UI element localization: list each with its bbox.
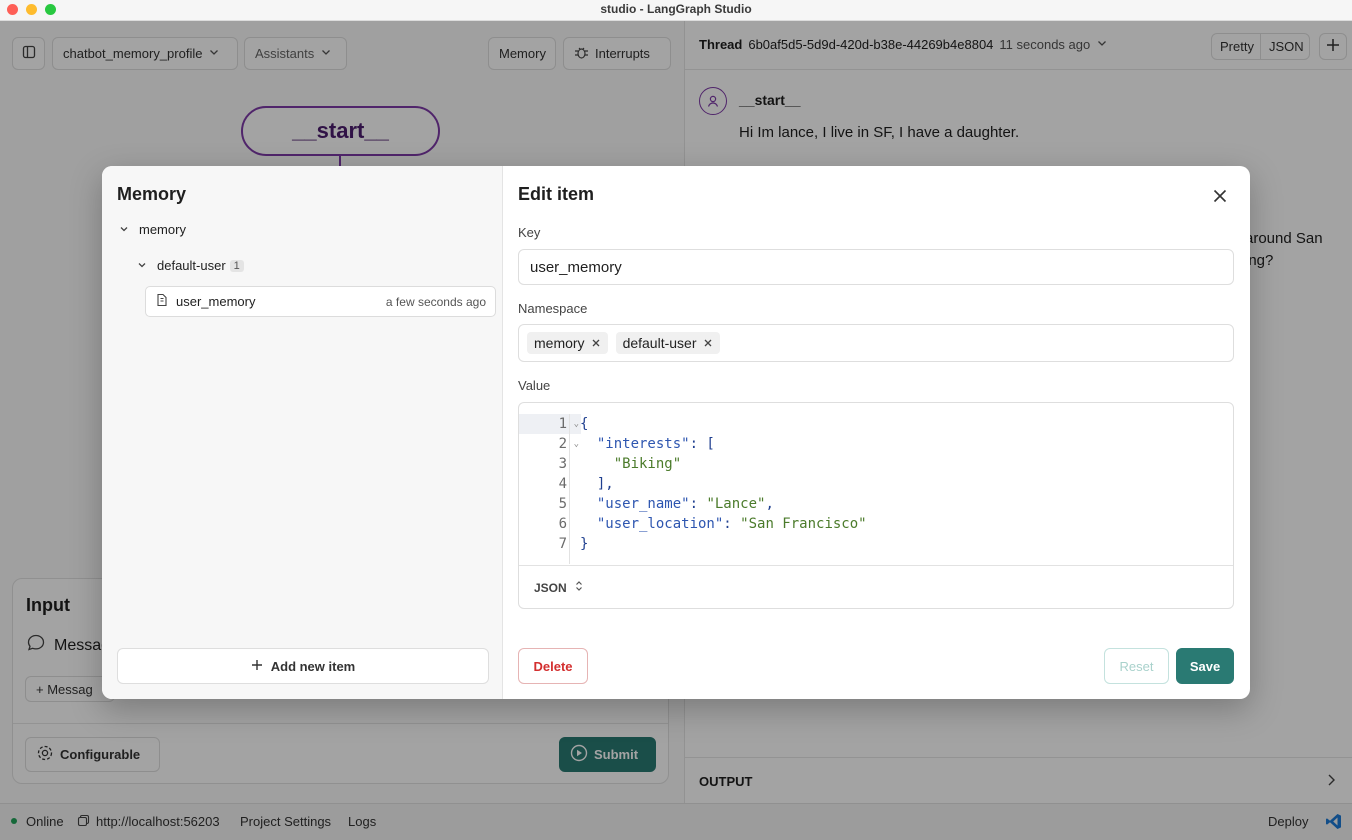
tree-node-memory-label: memory (139, 222, 186, 237)
tree-node-memory[interactable]: memory (119, 222, 186, 237)
document-icon (155, 293, 168, 310)
namespace-chip-label: memory (534, 335, 585, 351)
save-label: Save (1189, 658, 1221, 674)
add-new-item-label: Add new item (270, 658, 356, 674)
window-titlebar: studio - LangGraph Studio (0, 0, 1352, 21)
code-lines: { "interests": [ "Biking" ], "user_name"… (580, 414, 867, 554)
remove-chip-icon[interactable] (591, 335, 601, 351)
line-number: 4 (558, 476, 567, 492)
line-number: 3 (558, 456, 567, 472)
code-line: "user_location": "San Francisco" (580, 516, 867, 532)
fold-chevron-icon[interactable]: ⌄ (574, 414, 579, 434)
reset-button[interactable]: Reset (1104, 648, 1169, 684)
line-number: 2 ⌄ (558, 434, 579, 454)
key-input[interactable]: user_memory (518, 249, 1234, 285)
line-gutter: 1 ⌄ 2 ⌄ 3 4 5 6 7 (519, 414, 581, 554)
format-select[interactable]: JSON (534, 580, 583, 595)
format-select-label: JSON (534, 580, 567, 595)
namespace-chip-default-user: default-user (615, 332, 720, 354)
code-line: } (580, 536, 589, 552)
chevron-down-icon (119, 222, 129, 237)
line-number: 5 (558, 496, 567, 512)
namespace-input[interactable]: memory default-user (518, 324, 1234, 362)
value-label: Value (518, 378, 551, 393)
plus-icon (251, 659, 263, 674)
line-number: 1 ⌄ (519, 414, 581, 434)
up-down-chevron-icon (575, 580, 583, 595)
key-input-value: user_memory (530, 259, 622, 276)
item-count-badge: 1 (229, 259, 244, 272)
close-modal-button[interactable] (1210, 186, 1230, 206)
remove-chip-icon[interactable] (703, 335, 713, 351)
tree-item-user-memory[interactable]: user_memory a few seconds ago (145, 286, 496, 317)
memory-modal-title: Memory (117, 184, 187, 204)
save-button[interactable]: Save (1176, 648, 1234, 684)
key-label: Key (518, 225, 541, 240)
gutter-divider (569, 414, 570, 564)
code-line: { (580, 416, 589, 432)
namespace-chip-memory: memory (527, 332, 608, 354)
line-number: 6 (558, 516, 567, 532)
tree-item-time: a few seconds ago (385, 294, 486, 309)
namespace-chip-label: default-user (622, 335, 697, 351)
tree-node-default-user[interactable]: default-user 1 (137, 258, 244, 273)
divider (519, 565, 1233, 566)
edit-item-title: Edit item (518, 184, 595, 204)
line-number: 7 (558, 536, 567, 552)
value-code-editor[interactable]: 1 ⌄ 2 ⌄ 3 4 5 6 7 { "interests": [ "Biking… (518, 402, 1234, 609)
code-line: "user_name": "Lance", (580, 496, 774, 512)
code-line: ], (580, 476, 614, 492)
add-new-item-button[interactable]: Add new item (117, 648, 489, 684)
fold-chevron-icon[interactable]: ⌄ (574, 434, 579, 454)
delete-button[interactable]: Delete (518, 648, 588, 684)
namespace-label: Namespace (518, 301, 588, 316)
memory-modal: Memory memory default-user 1 user_memory… (102, 166, 1250, 699)
chevron-down-icon (137, 258, 147, 273)
code-line: "interests": [ (580, 436, 715, 452)
close-icon (1210, 189, 1230, 210)
code-line: "Biking" (580, 456, 682, 472)
window-title: studio - LangGraph Studio (600, 2, 752, 16)
reset-label: Reset (1119, 658, 1154, 674)
tree-item-name: user_memory (176, 294, 256, 309)
tree-node-default-user-label: default-user (157, 258, 226, 273)
memory-tree-panel: Memory memory default-user 1 user_memory… (102, 166, 503, 699)
delete-label: Delete (533, 658, 573, 674)
